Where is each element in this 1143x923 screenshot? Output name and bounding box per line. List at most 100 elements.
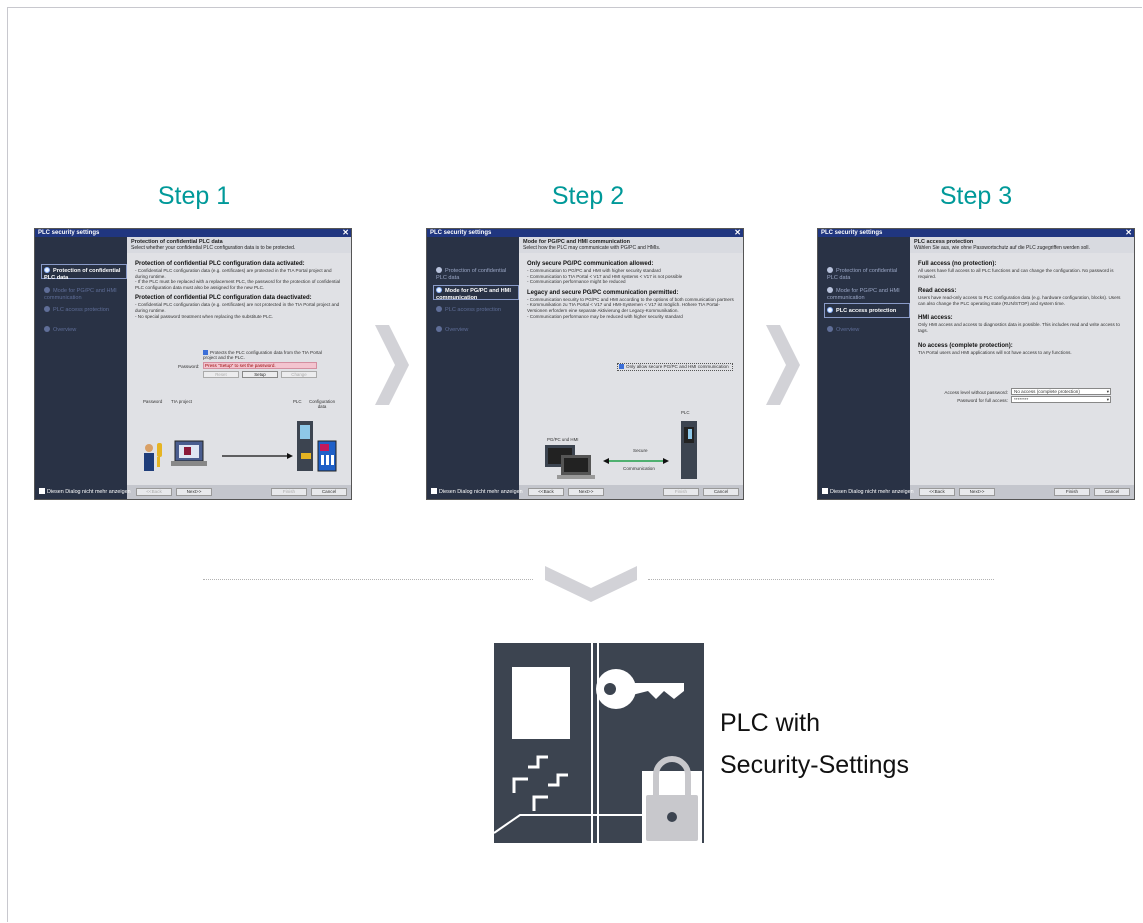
nav-item-mode[interactable]: Mode for PG/PC and HMI communication [827,287,909,301]
dialog-titlebar: PLC security settings [35,229,351,237]
plc-icon [297,421,313,471]
memory-card-icon [317,440,337,472]
section-heading: Protection of confidential PLC configura… [135,295,312,302]
dialog-sidebar: Protection of confidential PLC data Mode… [427,237,519,485]
plc-display [512,667,570,739]
nav-item-access[interactable]: PLC access protection [827,307,909,315]
dialog-footer: Diesen Dialog nicht mehr anzeigen <<Back… [427,485,743,499]
step-3-title: Step 3 [939,182,1013,210]
nav-label: PLC access protection [836,308,897,314]
password-label: Password for full access: [957,398,1008,403]
step-dot-icon [827,307,833,313]
cancel-button[interactable]: Cancel [1094,488,1130,496]
close-icon[interactable]: ✕ [342,229,349,237]
access-level-select[interactable]: No access (complete protection) ▾ [1011,388,1111,395]
section-text: Users have read-only access to PLC confi… [918,295,1121,306]
step-dot-icon [827,267,833,273]
nav-label: Overview [445,327,469,333]
step-dot-icon [436,306,442,312]
nav-item-mode[interactable]: Mode for PG/PC and HMI communication [44,287,126,301]
back-button[interactable]: <<Back [919,488,955,496]
next-button[interactable]: Next>> [176,488,212,496]
change-button[interactable]: Change [281,371,317,378]
nav-item-access[interactable]: PLC access protection [44,306,126,314]
nav-label: PLC access protection [53,307,109,313]
double-arrow-icon [603,458,669,464]
section-heading: Protection of confidential PLC configura… [135,261,305,267]
key-icon [157,443,162,467]
step-dot-icon [44,306,50,312]
back-button[interactable]: <<Back [136,488,172,496]
nav-item-protection[interactable]: Protection of confidential PLC data [44,267,126,281]
nav-label: PLC access protection [445,307,501,313]
section-heading: Only secure PG/PC communication allowed: [527,261,654,267]
finish-button[interactable]: Finish [663,488,699,496]
dont-show-checkbox[interactable]: Diesen Dialog nicht mehr anzeigen [39,488,131,495]
finish-button[interactable]: Finish [1054,488,1090,496]
plc-security-icon [494,643,704,853]
access-level-label: Access level without password: [944,390,1008,395]
nav-item-protection[interactable]: Protection of confidential PLC data [436,267,518,281]
secure-only-checkbox[interactable]: Only allow secure PG/PC and HMI communic… [617,363,733,371]
illus-encryption [144,421,337,472]
nav-label: Mode for PG/PC and HMI communication [44,288,117,301]
nav-label: Mode for PG/PC and HMI communication [436,288,511,301]
finish-button[interactable]: Finish [271,488,307,496]
password-value: ******** [1014,397,1029,402]
section-text: - Communication performance may be reduc… [527,313,683,319]
nav-item-access[interactable]: PLC access protection [436,306,518,314]
laptop-icon [171,440,207,466]
nav-item-protection[interactable]: Protection of confidential PLC data [827,267,909,281]
step-dot-icon [436,267,442,273]
password-label: Password: [178,364,200,369]
section-text: TIA Portal users and HMI applications wi… [918,349,1072,355]
dialog-titlebar: PLC security settings [427,229,743,237]
dialog-footer: Diesen Dialog nicht mehr anzeigen <<Back… [818,485,1134,499]
next-button[interactable]: Next>> [959,488,995,496]
dialog-sidebar: Protection of confidential PLC data Mode… [818,237,910,485]
dont-show-checkbox[interactable]: Diesen Dialog nicht mehr anzeigen [822,488,914,495]
cancel-button[interactable]: Cancel [311,488,347,496]
protect-checkbox[interactable]: Protects the PLC configuration data from… [203,350,323,361]
section-heading: Legacy and secure PG/PC communication pe… [527,289,679,296]
back-button[interactable]: <<Back [528,488,564,496]
separator-left [203,579,533,580]
nav-item-overview[interactable]: Overview [436,326,518,334]
setup-button[interactable]: Setup [242,371,278,378]
reset-button[interactable]: Reset [203,371,239,378]
section-text: - If the PLC must be replaced with a rep… [135,279,341,290]
section-heading: HMI access: [918,315,953,322]
nav-label: Protection of confidential PLC data [44,268,121,281]
step-2-title: Step 2 [551,182,625,210]
close-icon[interactable]: ✕ [734,229,741,237]
dialog-content: Protection of confidential PLC configura… [127,253,351,485]
password-field[interactable]: Press "Setup" to set the password. [203,362,317,369]
illus-plc-label: PLC [293,399,302,404]
nav-label: Protection of confidential PLC data [436,268,507,281]
dialog-header: PLC access protection Wählen Sie aus, wi… [910,237,1134,253]
close-icon[interactable]: ✕ [1125,229,1132,237]
step-dot-icon [44,326,50,332]
section-heading: No access (complete protection): [918,342,1013,349]
section-heading: Read access: [918,288,957,295]
password-field[interactable]: ******** ▾ [1011,396,1111,403]
section-text: - Confidential PLC configuration data (e… [135,268,332,279]
step-dot-icon [44,287,50,293]
dialog-header: Mode for PG/PC and HMI communication Sel… [519,237,743,253]
nav-item-mode[interactable]: Mode for PG/PC and HMI communication [436,287,518,301]
next-button[interactable]: Next>> [568,488,604,496]
laptop-icon [557,455,595,479]
separator-right [648,579,994,580]
section-text: - No special password treatment when rep… [135,313,274,319]
dialog-header: Protection of confidential PLC data Sele… [127,237,351,253]
dialog-sidebar: Protection of confidential PLC data Mode… [35,237,127,485]
illus-tia-label: TIA project [171,399,192,404]
nav-item-overview[interactable]: Overview [44,326,126,334]
nav-item-overview[interactable]: Overview [827,326,909,334]
cancel-button[interactable]: Cancel [703,488,739,496]
plc-security-label: PLC with Security-Settings [720,702,909,786]
checkbox-label: Diesen Dialog nicht mehr anzeigen [439,489,523,495]
dont-show-checkbox[interactable]: Diesen Dialog nicht mehr anzeigen [431,488,523,495]
dropdown-arrow-icon: ▾ [1106,389,1109,394]
checkbox-icon [619,364,624,369]
